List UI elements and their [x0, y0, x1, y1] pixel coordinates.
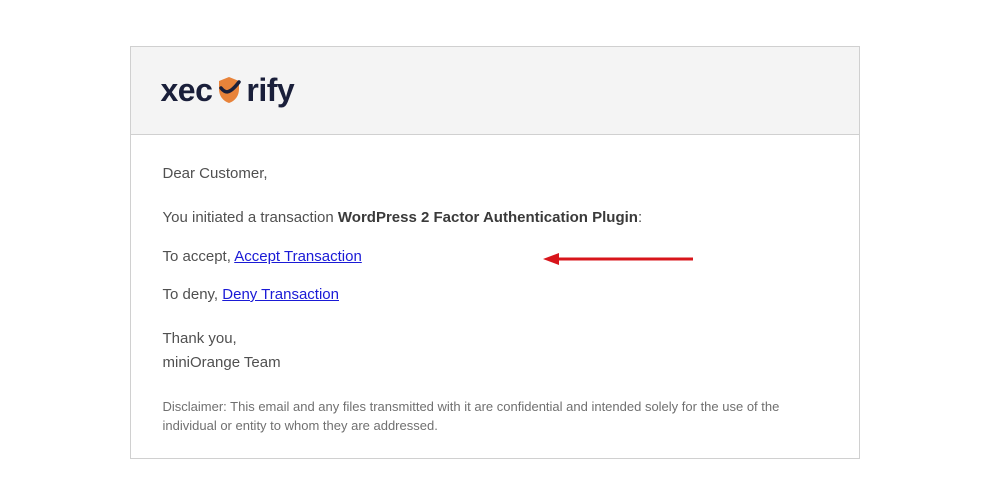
logo-text-part2: rify	[246, 72, 294, 109]
disclaimer: Disclaimer: This email and any files tra…	[163, 393, 827, 436]
team: miniOrange Team	[163, 351, 827, 375]
accept-prefix: To accept,	[163, 248, 235, 265]
accept-transaction-link[interactable]: Accept Transaction	[234, 248, 362, 265]
email-header: xec rify	[131, 47, 859, 135]
accept-line: To accept, Accept Transaction	[163, 246, 827, 269]
transaction-line: You initiated a transaction WordPress 2 …	[163, 207, 827, 230]
initiated-suffix: :	[638, 209, 642, 226]
email-body: Dear Customer, You initiated a transacti…	[131, 135, 859, 458]
deny-transaction-link[interactable]: Deny Transaction	[222, 286, 339, 303]
deny-prefix: To deny,	[163, 286, 223, 303]
greeting: Dear Customer,	[163, 163, 827, 186]
transaction-name: WordPress 2 Factor Authentication Plugin	[338, 209, 638, 226]
annotation-arrow-icon	[543, 252, 693, 266]
logo: xec rify	[161, 72, 829, 109]
signoff: Thank you, miniOrange Team	[163, 327, 827, 375]
initiated-prefix: You initiated a transaction	[163, 209, 338, 226]
deny-line: To deny, Deny Transaction	[163, 284, 827, 307]
thanks: Thank you,	[163, 327, 827, 351]
shield-check-icon	[215, 75, 243, 105]
email-container: xec rify Dear Customer, You initiated a …	[130, 46, 860, 459]
logo-text-part1: xec	[161, 72, 213, 109]
